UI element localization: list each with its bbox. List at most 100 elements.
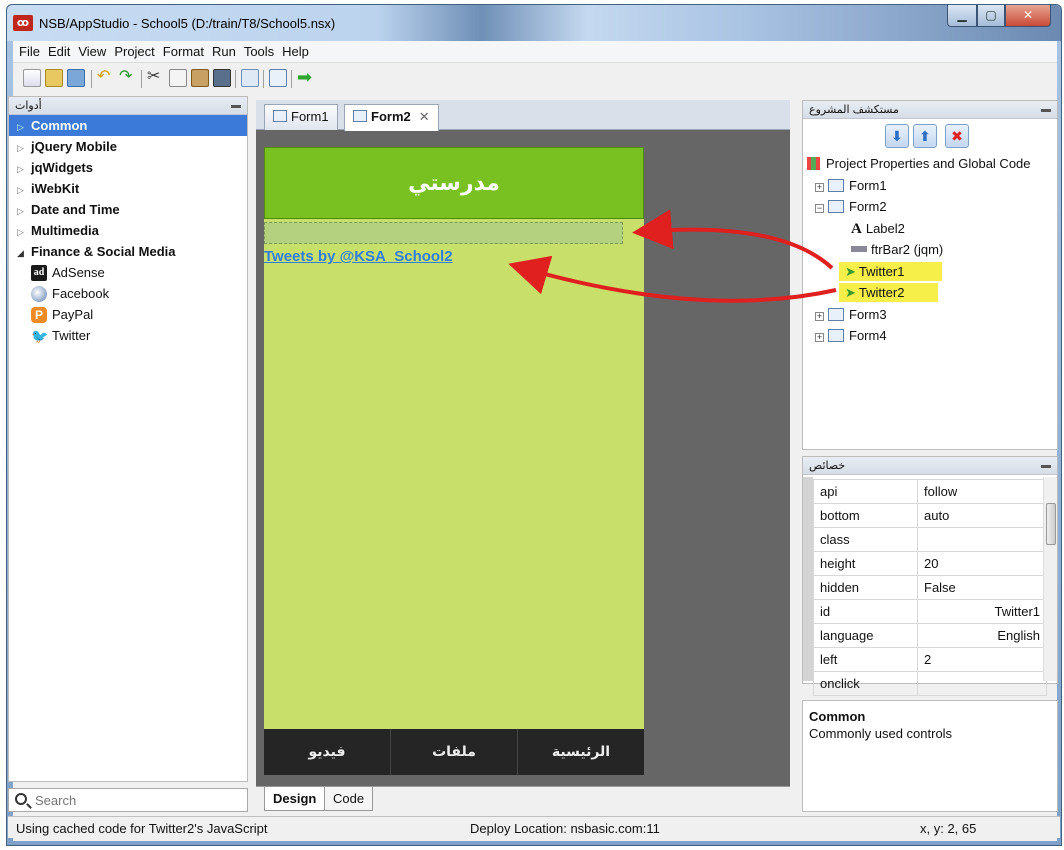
close-button[interactable]: ✕ xyxy=(1005,5,1051,27)
search-input[interactable] xyxy=(35,792,235,808)
preview-icon[interactable] xyxy=(241,69,259,87)
property-key: language xyxy=(813,623,918,648)
twitter1-control[interactable] xyxy=(264,222,623,244)
form-icon xyxy=(828,307,844,321)
panel-pin-icon[interactable] xyxy=(1041,109,1051,112)
property-row[interactable]: height 20 xyxy=(813,551,1047,576)
title-bar[interactable]: ꝏ NSB/AppStudio - School5 (D:/train/T8/S… xyxy=(7,5,1061,41)
category-iwebkit[interactable]: ▷ iWebKit xyxy=(9,178,247,199)
property-row[interactable]: language English xyxy=(813,623,1047,648)
new-file-icon[interactable] xyxy=(23,69,41,87)
property-row[interactable]: api follow xyxy=(813,479,1047,504)
print-icon[interactable] xyxy=(213,69,231,87)
tab-form1[interactable]: Form1 xyxy=(264,104,338,130)
tree-node-form3[interactable]: + Form3 xyxy=(807,304,1063,326)
property-value[interactable]: 20 xyxy=(917,551,1047,576)
toolbox-item-facebook[interactable]: Facebook xyxy=(9,283,247,304)
footer-button-files[interactable]: ملفات xyxy=(390,729,517,775)
collapse-minus-icon[interactable]: − xyxy=(815,204,824,213)
tab-form2[interactable]: Form2 ✕ xyxy=(344,104,439,131)
toolbox-search[interactable] xyxy=(8,788,248,812)
property-row[interactable]: left 2 xyxy=(813,647,1047,672)
scrollbar-thumb[interactable] xyxy=(1046,503,1056,545)
maximize-button[interactable]: ▢ xyxy=(977,5,1005,27)
expand-plus-icon[interactable]: + xyxy=(815,182,824,192)
menu-format[interactable]: Format xyxy=(159,41,208,59)
form-header[interactable]: مدرستي xyxy=(264,147,644,219)
toolbox-item-twitter[interactable]: 🐦 Twitter xyxy=(9,325,247,346)
paste-icon[interactable] xyxy=(191,69,209,87)
category-label: Date and Time xyxy=(31,202,120,217)
run-arrow-icon[interactable]: ➡ xyxy=(297,68,315,87)
expand-plus-icon[interactable]: + xyxy=(815,333,824,342)
tab-design[interactable]: Design xyxy=(264,787,326,811)
tree-node-label2[interactable]: A Label2 xyxy=(807,218,1063,240)
properties-scrollbar[interactable] xyxy=(1043,477,1057,681)
help-panel: Common Commonly used controls xyxy=(802,700,1058,812)
footer-button-video[interactable]: فيديو xyxy=(264,729,390,775)
form-body[interactable]: Tweets by @KSA_School2 xyxy=(264,219,644,729)
toolbox-item-paypal[interactable]: P PayPal xyxy=(9,304,247,325)
menu-edit[interactable]: Edit xyxy=(44,41,74,59)
item-label: PayPal xyxy=(52,307,94,322)
property-key: left xyxy=(813,647,918,672)
category-multimedia[interactable]: ▷ Multimedia xyxy=(9,220,247,241)
property-value[interactable] xyxy=(917,527,1047,552)
panel-pin-icon[interactable] xyxy=(231,105,241,108)
redo-icon[interactable]: ↷ xyxy=(119,69,137,87)
menu-view[interactable]: View xyxy=(74,41,110,59)
tree-node-form1[interactable]: + Form1 xyxy=(807,175,1063,197)
category-finance-social[interactable]: ◢ Finance & Social Media xyxy=(9,241,247,262)
menu-run[interactable]: Run xyxy=(208,41,240,59)
open-folder-icon[interactable] xyxy=(45,69,63,87)
property-value[interactable]: follow xyxy=(917,479,1047,504)
property-row[interactable]: hidden False xyxy=(813,575,1047,600)
footer-button-home[interactable]: الرئيسية xyxy=(517,729,644,775)
copy-icon[interactable] xyxy=(169,69,187,87)
property-value[interactable]: English xyxy=(917,623,1047,648)
category-date-time[interactable]: ▷ Date and Time xyxy=(9,199,247,220)
category-common[interactable]: ▷ Common xyxy=(9,115,247,136)
tree-node-form2[interactable]: − Form2 xyxy=(807,196,1063,218)
tree-node-twitter2[interactable]: ➤ Twitter2 xyxy=(807,282,1063,304)
property-value[interactable]: 2 xyxy=(917,647,1047,672)
property-value[interactable]: False xyxy=(917,575,1047,600)
tree-node-form4[interactable]: + Form4 xyxy=(807,325,1063,347)
form-preview: مدرستي Tweets by @KSA_School2 فيديو ملفا… xyxy=(264,147,644,799)
panel-pin-icon[interactable] xyxy=(1041,465,1051,468)
form-icon xyxy=(828,178,844,192)
menu-tools[interactable]: Tools xyxy=(240,41,278,59)
menu-file[interactable]: File xyxy=(13,41,44,59)
property-row[interactable]: onclick xyxy=(813,671,1047,696)
tab-code[interactable]: Code xyxy=(324,787,374,811)
delete-icon[interactable]: ✖ xyxy=(945,124,969,148)
category-jqwidgets[interactable]: ▷ jqWidgets xyxy=(9,157,247,178)
category-jquery-mobile[interactable]: ▷ jQuery Mobile xyxy=(9,136,247,157)
expand-plus-icon[interactable]: + xyxy=(815,311,824,321)
move-down-icon[interactable]: ⬇ xyxy=(885,124,909,148)
cut-icon[interactable]: ✂ xyxy=(147,69,165,87)
move-up-icon[interactable]: ⬆ xyxy=(913,124,937,148)
property-value[interactable]: Twitter1 xyxy=(917,599,1047,624)
property-row[interactable]: bottom auto xyxy=(813,503,1047,528)
menu-project[interactable]: Project xyxy=(110,41,158,59)
toolbar-separator xyxy=(263,70,264,88)
expand-arrow-icon: ▷ xyxy=(17,164,24,174)
tree-node-twitter1[interactable]: ➤ Twitter1 xyxy=(807,261,1063,283)
undo-icon[interactable]: ↶ xyxy=(97,69,115,87)
minimize-button[interactable]: ▁ xyxy=(947,5,977,27)
property-key: hidden xyxy=(813,575,918,600)
twitter2-link[interactable]: Tweets by @KSA_School2 xyxy=(264,248,453,265)
close-tab-icon[interactable]: ✕ xyxy=(419,109,430,124)
property-value[interactable] xyxy=(917,671,1047,696)
property-row[interactable]: id Twitter1 xyxy=(813,599,1047,624)
property-row[interactable]: class xyxy=(813,527,1047,552)
menu-help[interactable]: Help xyxy=(278,41,313,59)
tree-node-ftrbar2[interactable]: ftrBar2 (jqm) xyxy=(807,239,1063,261)
toolbox-item-adsense[interactable]: ad AdSense xyxy=(9,262,247,283)
save-icon[interactable] xyxy=(67,69,85,87)
property-value[interactable]: auto xyxy=(917,503,1047,528)
form-icon[interactable] xyxy=(269,69,287,87)
item-label: AdSense xyxy=(52,265,105,280)
tree-root[interactable]: Project Properties and Global Code xyxy=(807,153,1063,175)
